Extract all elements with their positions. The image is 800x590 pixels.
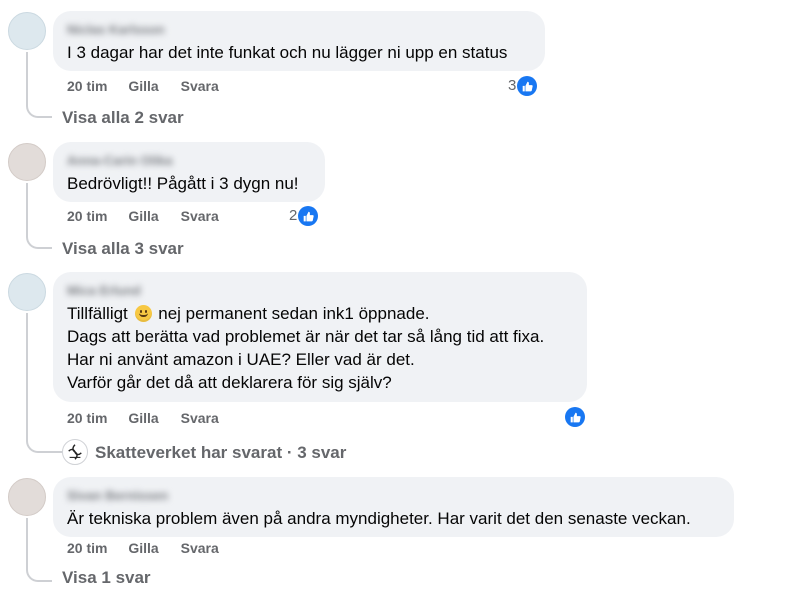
comment-timestamp[interactable]: 20 tim bbox=[67, 78, 107, 94]
comment-actions: 20 tim Gilla Svara bbox=[67, 208, 219, 224]
avatar[interactable] bbox=[8, 143, 46, 181]
comment-author[interactable]: Sivan Bernissen bbox=[67, 488, 168, 503]
comment-author[interactable]: Niclas Karlsson bbox=[67, 22, 165, 37]
thread-line bbox=[26, 52, 28, 104]
comment-text: Har ni använt amazon i UAE? Eller vad är… bbox=[67, 350, 415, 369]
avatar[interactable] bbox=[8, 12, 46, 50]
comment-actions: 20 tim Gilla Svara bbox=[67, 78, 219, 94]
like-icon bbox=[517, 76, 538, 96]
comment-text: Varför går det då att deklarera för sig … bbox=[67, 373, 392, 392]
thread-line bbox=[26, 313, 28, 439]
reply-button[interactable]: Svara bbox=[181, 78, 219, 94]
reaction-count-text: 2 bbox=[289, 207, 298, 224]
comment-text: Tillfälligt bbox=[67, 304, 128, 323]
reaction-count-text: 3 bbox=[508, 77, 517, 94]
reaction-count[interactable]: 2 bbox=[289, 206, 319, 226]
thread-line bbox=[26, 183, 28, 235]
thread-connector bbox=[26, 235, 52, 249]
reaction-count[interactable] bbox=[564, 407, 585, 427]
view-replies-link[interactable]: Visa alla 3 svar bbox=[62, 239, 184, 259]
smiling-face-emoji bbox=[134, 305, 152, 322]
skatteverket-logo-icon[interactable] bbox=[62, 439, 88, 465]
like-button[interactable]: Gilla bbox=[128, 78, 158, 94]
view-replies-link[interactable]: Visa alla 2 svar bbox=[62, 108, 184, 128]
comment-text: Bedrövligt!! Pågått i 3 dygn nu! bbox=[67, 174, 299, 193]
comment-timestamp[interactable]: 20 tim bbox=[67, 208, 107, 224]
reaction-count[interactable]: 3 bbox=[508, 76, 538, 96]
thread-connector bbox=[26, 104, 52, 118]
like-button[interactable]: Gilla bbox=[128, 410, 158, 426]
comment-author[interactable]: Anna-Carin Olika bbox=[67, 153, 172, 168]
avatar[interactable] bbox=[8, 273, 46, 311]
comment-timestamp[interactable]: 20 tim bbox=[67, 410, 107, 426]
reply-button[interactable]: Svara bbox=[181, 540, 219, 556]
comment-actions: 20 tim Gilla Svara bbox=[67, 410, 219, 426]
comment-text: Dags att berätta vad problemet är när de… bbox=[67, 327, 545, 346]
thread-line bbox=[26, 518, 28, 568]
reply-button[interactable]: Svara bbox=[181, 208, 219, 224]
comment-bubble: Sivan Bernissen Är tekniska problem även… bbox=[53, 477, 734, 537]
like-button[interactable]: Gilla bbox=[128, 540, 158, 556]
reply-button[interactable]: Svara bbox=[181, 410, 219, 426]
comment-text-line: Tillfälligt nej permanent sedan ink1 öpp… bbox=[67, 302, 575, 325]
comment-bubble: Niclas Karlsson I 3 dagar har det inte f… bbox=[53, 11, 545, 71]
comment-text: I 3 dagar har det inte funkat och nu läg… bbox=[67, 43, 508, 62]
comment-text: nej permanent sedan ink1 öppnade. bbox=[158, 304, 430, 323]
page-replies-link[interactable]: Skatteverket har svarat · 3 svar bbox=[95, 443, 346, 463]
view-replies-link[interactable]: Visa 1 svar bbox=[62, 568, 151, 588]
comment-timestamp[interactable]: 20 tim bbox=[67, 540, 107, 556]
like-icon bbox=[298, 206, 319, 226]
like-icon bbox=[565, 407, 585, 427]
comment-text: Är tekniska problem även på andra myndig… bbox=[67, 509, 691, 528]
comment-author[interactable]: Mica Erlund bbox=[67, 283, 141, 298]
comment-bubble: Mica Erlund Tillfälligt nej permanent se… bbox=[53, 272, 587, 402]
like-button[interactable]: Gilla bbox=[128, 208, 158, 224]
comment-actions: 20 tim Gilla Svara bbox=[67, 540, 219, 556]
avatar[interactable] bbox=[8, 478, 46, 516]
thread-connector bbox=[26, 568, 52, 582]
comment-bubble: Anna-Carin Olika Bedrövligt!! Pågått i 3… bbox=[53, 142, 325, 202]
thread-connector bbox=[26, 439, 62, 453]
